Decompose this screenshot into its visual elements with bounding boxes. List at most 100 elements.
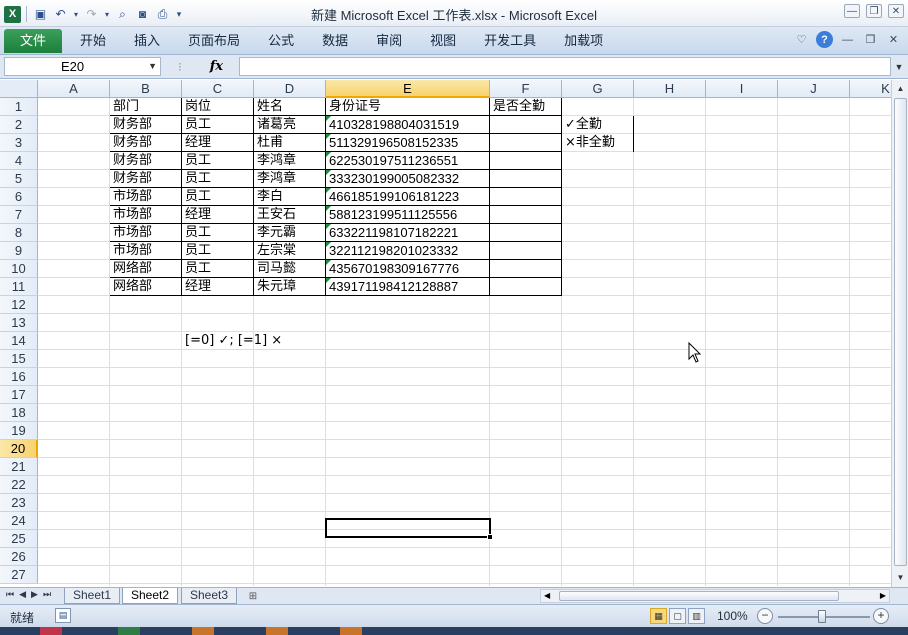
zoom-out-icon[interactable]: − <box>757 608 773 624</box>
tab-view[interactable]: 视图 <box>416 29 470 53</box>
tab-insert[interactable]: 插入 <box>120 29 174 53</box>
table-cell[interactable]: 李白 <box>254 188 326 206</box>
row-header-9[interactable]: 9 <box>0 242 38 260</box>
table-cell[interactable]: 员工 <box>182 152 254 170</box>
table-cell[interactable] <box>490 188 562 206</box>
table-cell[interactable]: 市场部 <box>110 188 182 206</box>
scroll-thumb[interactable] <box>894 98 907 566</box>
tab-formulas[interactable]: 公式 <box>254 29 308 53</box>
zoom-in-icon[interactable]: + <box>873 608 889 624</box>
formula-input[interactable] <box>239 57 891 76</box>
restore-icon[interactable]: ❐ <box>866 4 882 18</box>
chevron-down-icon[interactable]: ▼ <box>148 58 157 75</box>
doc-restore-icon[interactable]: ❐ <box>862 31 879 48</box>
taskbar-excel-icon[interactable] <box>118 627 140 635</box>
fill-handle[interactable] <box>487 534 493 540</box>
doc-close-icon[interactable]: ✕ <box>885 31 902 48</box>
table-cell[interactable] <box>490 152 562 170</box>
table-cell[interactable]: 410328198804031519 <box>326 116 490 134</box>
row-header-21[interactable]: 21 <box>0 458 38 476</box>
insert-function-button[interactable]: fx <box>210 59 223 74</box>
table-cell[interactable]: 杜甫 <box>254 134 326 152</box>
active-cell-selection[interactable] <box>325 518 493 540</box>
table-cell[interactable] <box>490 260 562 278</box>
table-cell[interactable]: 经理 <box>182 134 254 152</box>
table-cell[interactable]: 朱元璋 <box>254 278 326 296</box>
tab-developer[interactable]: 开发工具 <box>470 29 550 53</box>
first-sheet-icon[interactable]: ⏮ <box>6 589 14 600</box>
row-header-18[interactable]: 18 <box>0 404 38 422</box>
column-header-a[interactable]: A <box>38 80 110 98</box>
row-header-10[interactable]: 10 <box>0 260 38 278</box>
table-cell[interactable]: 633221198107182221 <box>326 224 490 242</box>
table-cell[interactable] <box>490 170 562 188</box>
sheet-tab-sheet2[interactable]: Sheet2 <box>122 588 179 604</box>
table-cell[interactable] <box>490 242 562 260</box>
table-cell[interactable]: 经理 <box>182 206 254 224</box>
table-cell[interactable] <box>490 278 562 296</box>
column-header-h[interactable]: H <box>634 80 706 98</box>
header-name[interactable]: 姓名 <box>254 98 326 116</box>
table-cell[interactable]: 员工 <box>182 260 254 278</box>
column-header-g[interactable]: G <box>562 80 634 98</box>
table-cell[interactable] <box>490 224 562 242</box>
format-note[interactable]: [=0] ✓; [=1] × <box>182 332 382 350</box>
column-header-f[interactable]: F <box>490 80 562 98</box>
insert-sheet-icon[interactable]: ⊞ <box>243 589 263 603</box>
row-header-23[interactable]: 23 <box>0 494 38 512</box>
page-layout-view-icon[interactable]: ▢ <box>669 608 686 624</box>
table-cell[interactable]: 王安石 <box>254 206 326 224</box>
tab-home[interactable]: 开始 <box>66 29 120 53</box>
row-header-5[interactable]: 5 <box>0 170 38 188</box>
close-icon[interactable]: ✕ <box>888 4 904 18</box>
row-header-24[interactable]: 24 <box>0 512 38 530</box>
help-icon[interactable]: ? <box>816 31 833 48</box>
expand-formula-icon[interactable]: ▼ <box>893 57 905 76</box>
horizontal-scrollbar[interactable]: ◀ ▶ <box>540 589 890 603</box>
table-cell[interactable] <box>490 116 562 134</box>
table-cell[interactable]: 网络部 <box>110 278 182 296</box>
scroll-up-icon[interactable]: ▲ <box>893 81 908 96</box>
tab-review[interactable]: 审阅 <box>362 29 416 53</box>
table-cell[interactable]: 李鸿章 <box>254 170 326 188</box>
row-header-16[interactable]: 16 <box>0 368 38 386</box>
row-header-1[interactable]: 1 <box>0 98 38 116</box>
row-header-14[interactable]: 14 <box>0 332 38 350</box>
header-id-number[interactable]: 身份证号 <box>326 98 490 116</box>
page-break-view-icon[interactable]: ▥ <box>688 608 705 624</box>
table-cell[interactable] <box>490 206 562 224</box>
minimize-ribbon-icon[interactable]: ♡ <box>793 31 810 48</box>
row-header-3[interactable]: 3 <box>0 134 38 152</box>
column-header-c[interactable]: C <box>182 80 254 98</box>
normal-view-icon[interactable]: ▦ <box>650 608 667 624</box>
table-cell[interactable]: 网络部 <box>110 260 182 278</box>
vertical-scrollbar[interactable]: ▲ ▼ <box>891 80 908 587</box>
table-cell[interactable]: 财务部 <box>110 134 182 152</box>
worksheet-grid[interactable]: ABCDEFGHIJK 1 2 3 4 5 6 7 8 9 10 11 12 13 14 15 16 17 18 1… <box>0 80 891 586</box>
scroll-down-icon[interactable]: ▼ <box>893 570 908 585</box>
table-cell[interactable]: 市场部 <box>110 224 182 242</box>
row-header-17[interactable]: 17 <box>0 386 38 404</box>
table-cell[interactable]: 员工 <box>182 224 254 242</box>
row-header-25[interactable]: 25 <box>0 530 38 548</box>
table-cell[interactable]: 511329196508152335 <box>326 134 490 152</box>
hscroll-thumb[interactable] <box>559 591 839 601</box>
table-cell[interactable]: 员工 <box>182 188 254 206</box>
column-header-i[interactable]: I <box>706 80 778 98</box>
scroll-left-icon[interactable]: ◀ <box>544 591 550 600</box>
row-header-6[interactable]: 6 <box>0 188 38 206</box>
table-cell[interactable]: 财务部 <box>110 170 182 188</box>
tab-addins[interactable]: 加载项 <box>550 29 617 53</box>
row-header-22[interactable]: 22 <box>0 476 38 494</box>
header-full-attendance[interactable]: 是否全勤 <box>490 98 562 116</box>
table-cell[interactable]: 李元霸 <box>254 224 326 242</box>
minimize-icon[interactable]: — <box>844 4 860 18</box>
tab-data[interactable]: 数据 <box>308 29 362 53</box>
last-sheet-icon[interactable]: ⏭ <box>43 589 51 600</box>
taskbar-app-icon[interactable] <box>192 627 214 635</box>
row-header-26[interactable]: 26 <box>0 548 38 566</box>
zoom-slider-thumb[interactable] <box>818 610 826 623</box>
table-cell[interactable]: 员工 <box>182 242 254 260</box>
table-cell[interactable]: 439171198412128887 <box>326 278 490 296</box>
sheet-tab-sheet3[interactable]: Sheet3 <box>181 588 238 604</box>
